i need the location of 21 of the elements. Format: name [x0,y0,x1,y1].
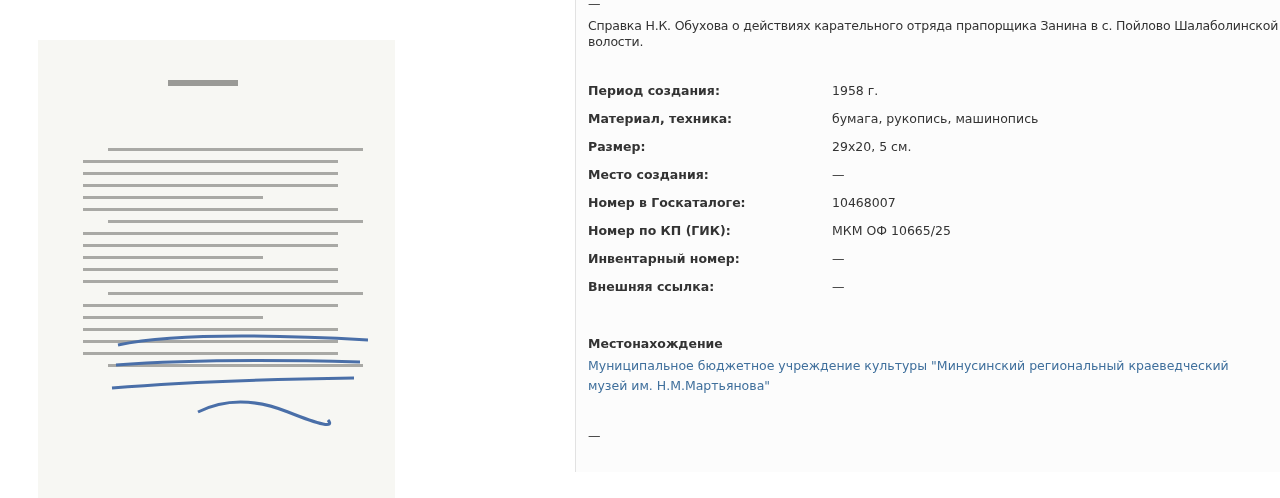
property-label: Инвентарный номер: [588,251,741,267]
description: Справка Н.К. Обухова о действиях карательного отряда прапорщика Занина в с. Пойлово Шалаболинской волости. [588,18,1280,50]
property-label: Период создания: [588,83,721,99]
property-value: 29x20, 5 см. [832,139,912,155]
property-value: — [832,251,845,267]
property-value: МКМ ОФ 10665/25 [832,223,951,239]
property-label: Размер: [588,139,647,155]
property-value: — [832,279,845,295]
location-heading: Местонахождение [588,336,724,352]
property-label: Внешняя ссылка: [588,279,716,295]
museum-link[interactable]: Муниципальное бюджетное учреждение культуры "Минусинский региональный краеведческий музей им. Н.М.Мартьянова" [588,356,1268,396]
property-value: бумага, рукопись, машинопись [832,111,1039,127]
property-label: Материал, техника: [588,111,734,127]
property-label: Место создания: [588,167,710,183]
property-label: Номер в Госкаталоге: [588,195,747,211]
property-value: 1958 г. [832,83,879,99]
property-label: Номер по КП (ГИК): [588,223,732,239]
property-value: — [832,167,845,183]
dash-mark: — [588,428,602,443]
dash-mark: — [588,0,602,12]
property-value: 10468007 [832,195,896,211]
